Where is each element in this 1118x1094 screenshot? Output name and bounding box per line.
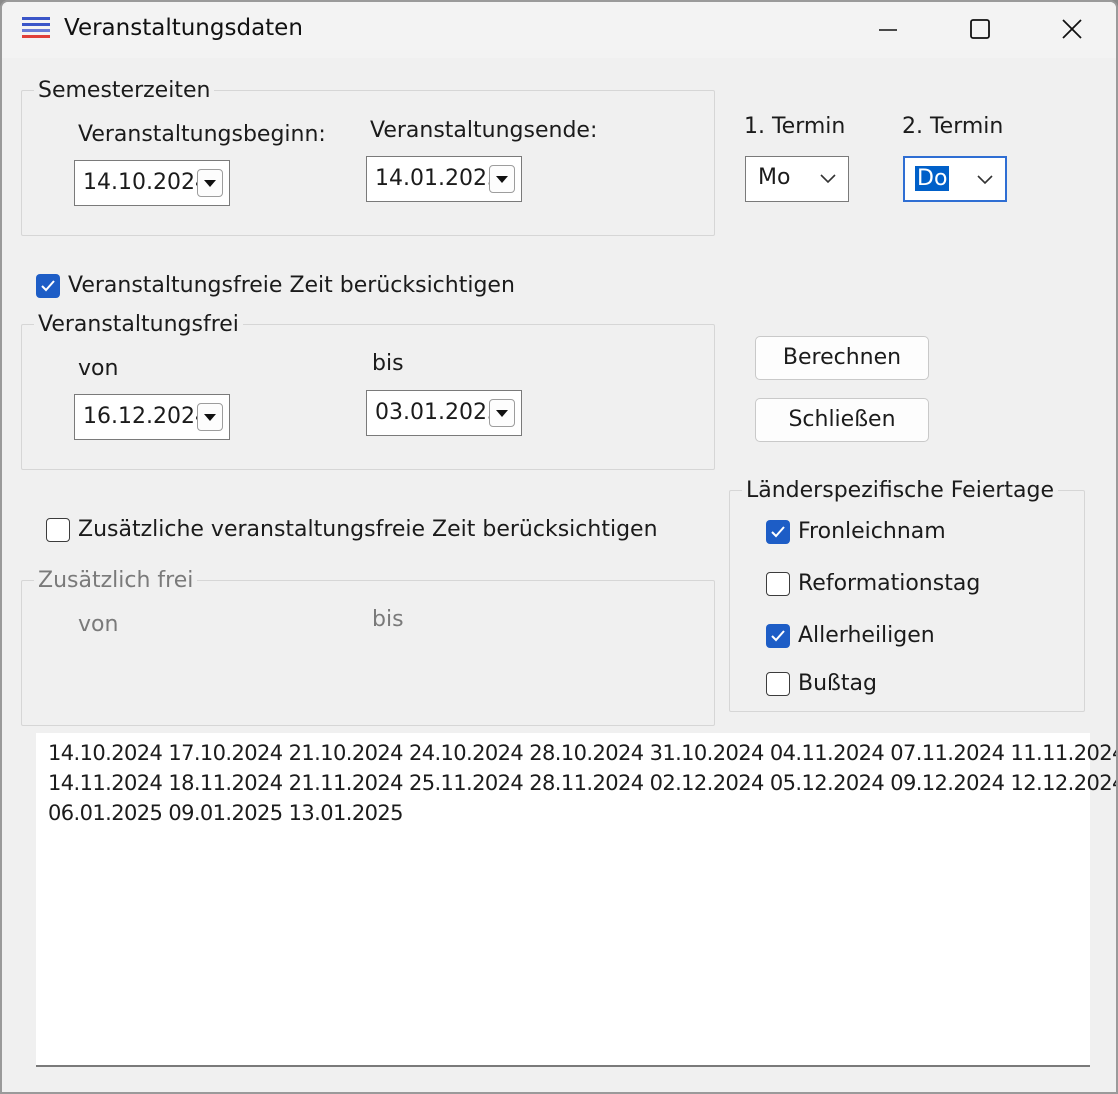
zusatz-von-label: von — [78, 612, 119, 637]
fronleichnam-label[interactable]: Fronleichnam — [798, 519, 946, 544]
termin2-value: Do — [915, 166, 950, 191]
minimize-button[interactable] — [842, 2, 934, 58]
frei-von-dropdown-button[interactable] — [197, 403, 223, 431]
ende-date-value[interactable]: 14.01.2025 — [375, 166, 501, 191]
berechnen-button[interactable]: Berechnen — [755, 336, 929, 380]
dialog-window: Veranstaltungsdaten Semesterzeiten Veran… — [0, 0, 1118, 1094]
allerheiligen-checkbox[interactable] — [766, 624, 790, 648]
dates-output-textarea[interactable]: 14.10.2024 17.10.2024 21.10.2024 24.10.2… — [36, 733, 1116, 1067]
ende-label: Veranstaltungsende: — [370, 118, 598, 143]
zusaetzlich-checkbox-label[interactable]: Zusätzliche veranstaltungsfreie Zeit ber… — [78, 517, 658, 542]
beginn-date-picker[interactable]: 14.10.2024 — [74, 160, 230, 206]
dropdown-arrow-icon — [496, 176, 508, 183]
busstag-checkbox[interactable] — [766, 672, 790, 696]
reformationstag-label[interactable]: Reformationstag — [798, 571, 980, 596]
maximize-icon — [970, 19, 990, 39]
frei-von-date-value[interactable]: 16.12.2024 — [83, 404, 209, 429]
veranstaltungsfrei-group-title: Veranstaltungsfrei — [34, 312, 243, 337]
beginn-date-value[interactable]: 14.10.2024 — [83, 170, 209, 195]
output-line: 06.01.2025 09.01.2025 13.01.2025 — [48, 801, 403, 825]
output-line: 14.10.2024 17.10.2024 21.10.2024 24.10.2… — [48, 741, 1118, 765]
zusaetzlich-checkbox[interactable] — [46, 518, 70, 542]
checkmark-icon — [771, 526, 785, 538]
frei-bis-label: bis — [372, 351, 404, 376]
fronleichnam-checkbox[interactable] — [766, 520, 790, 544]
reformationstag-checkbox[interactable] — [766, 572, 790, 596]
maximize-button[interactable] — [934, 2, 1026, 58]
ende-date-picker[interactable]: 14.01.2025 — [366, 156, 522, 202]
beginn-dropdown-button[interactable] — [197, 169, 223, 197]
dropdown-arrow-icon — [204, 180, 216, 187]
frei-bis-date-value[interactable]: 03.01.2025 — [375, 400, 501, 425]
zusaetzlich-frei-group — [21, 580, 715, 726]
termin2-select[interactable]: Do — [903, 156, 1007, 202]
termin1-value: Mo — [758, 165, 791, 190]
chevron-down-icon — [820, 174, 836, 184]
allerheiligen-label[interactable]: Allerheiligen — [798, 623, 935, 648]
frei-von-date-picker[interactable]: 16.12.2024 — [74, 394, 230, 440]
frei-von-label: von — [78, 356, 119, 381]
minimize-icon — [879, 29, 897, 31]
schliessen-button[interactable]: Schließen — [755, 398, 929, 442]
semesterzeiten-group-title: Semesterzeiten — [34, 78, 215, 103]
close-icon — [1062, 19, 1082, 39]
dropdown-arrow-icon — [204, 414, 216, 421]
termin1-select[interactable]: Mo — [745, 156, 849, 202]
termin2-label: 2. Termin — [902, 114, 1004, 139]
close-button[interactable] — [1026, 2, 1116, 58]
app-icon — [22, 15, 50, 41]
busstag-label[interactable]: Bußtag — [798, 671, 877, 696]
beginn-label: Veranstaltungsbeginn: — [78, 122, 326, 147]
dropdown-arrow-icon — [496, 410, 508, 417]
ende-dropdown-button[interactable] — [489, 165, 515, 193]
zusatz-bis-label: bis — [372, 607, 404, 632]
checkmark-icon — [771, 630, 785, 642]
frei-bis-dropdown-button[interactable] — [489, 399, 515, 427]
checkmark-icon — [41, 280, 55, 292]
window-title: Veranstaltungsdaten — [64, 15, 303, 41]
veranstaltungsfrei-checkbox-label[interactable]: Veranstaltungsfreie Zeit berücksichtigen — [68, 273, 515, 298]
feiertage-group-title: Länderspezifische Feiertage — [742, 478, 1059, 503]
output-line: 14.11.2024 18.11.2024 21.11.2024 25.11.2… — [48, 771, 1118, 795]
chevron-down-icon — [977, 175, 993, 185]
zusaetzlich-frei-group-title: Zusätzlich frei — [34, 568, 198, 593]
termin1-label: 1. Termin — [744, 114, 846, 139]
veranstaltungsfrei-checkbox[interactable] — [36, 274, 60, 298]
title-bar[interactable]: Veranstaltungsdaten — [2, 2, 1116, 58]
frei-bis-date-picker[interactable]: 03.01.2025 — [366, 390, 522, 436]
